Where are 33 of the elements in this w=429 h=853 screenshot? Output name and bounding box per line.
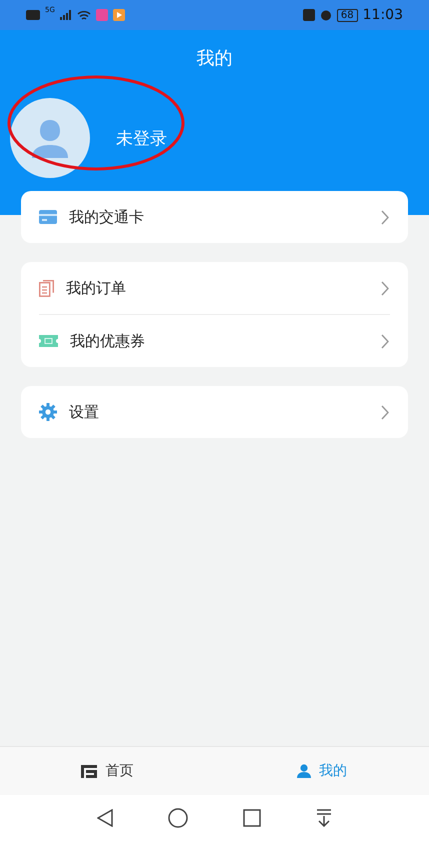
signal-icon xyxy=(60,10,72,20)
menu-item[interactable]: 我的优惠券 xyxy=(39,314,390,367)
ticket-icon xyxy=(39,335,58,347)
home-icon[interactable] xyxy=(168,808,188,828)
menu-label: 我的订单 xyxy=(66,278,127,298)
back-icon[interactable] xyxy=(97,809,114,827)
wifi-icon xyxy=(76,10,91,20)
page-title: 我的 xyxy=(196,47,234,70)
app-icon xyxy=(96,9,108,21)
tab-label: 我的 xyxy=(318,762,347,780)
menu-label: 我的优惠券 xyxy=(70,332,146,350)
recents-icon[interactable] xyxy=(242,809,261,827)
tab[interactable]: 首页 xyxy=(0,747,214,795)
battery-level: 68 xyxy=(336,8,358,22)
menu-item[interactable]: 设置 xyxy=(39,386,390,438)
tab-label: 首页 xyxy=(105,762,134,780)
notification-drawer-icon[interactable] xyxy=(316,809,332,827)
menu-label: 设置 xyxy=(69,402,100,422)
play-icon xyxy=(112,9,125,21)
card-icon xyxy=(39,210,57,224)
time: 11:03 xyxy=(362,7,403,23)
menu-item[interactable]: 我的交通卡 xyxy=(39,191,390,243)
document-icon xyxy=(39,280,54,296)
menu-item[interactable]: 我的订单 xyxy=(39,262,390,314)
settings-icon xyxy=(39,403,57,421)
logo-icon xyxy=(81,764,98,778)
person-icon xyxy=(296,764,311,778)
menu-label: 我的交通卡 xyxy=(69,208,145,226)
chevron-icon xyxy=(381,280,390,296)
person-icon xyxy=(30,118,70,158)
chevron-icon xyxy=(381,404,390,420)
chevron-icon xyxy=(381,210,390,224)
chevron-icon xyxy=(381,334,390,348)
